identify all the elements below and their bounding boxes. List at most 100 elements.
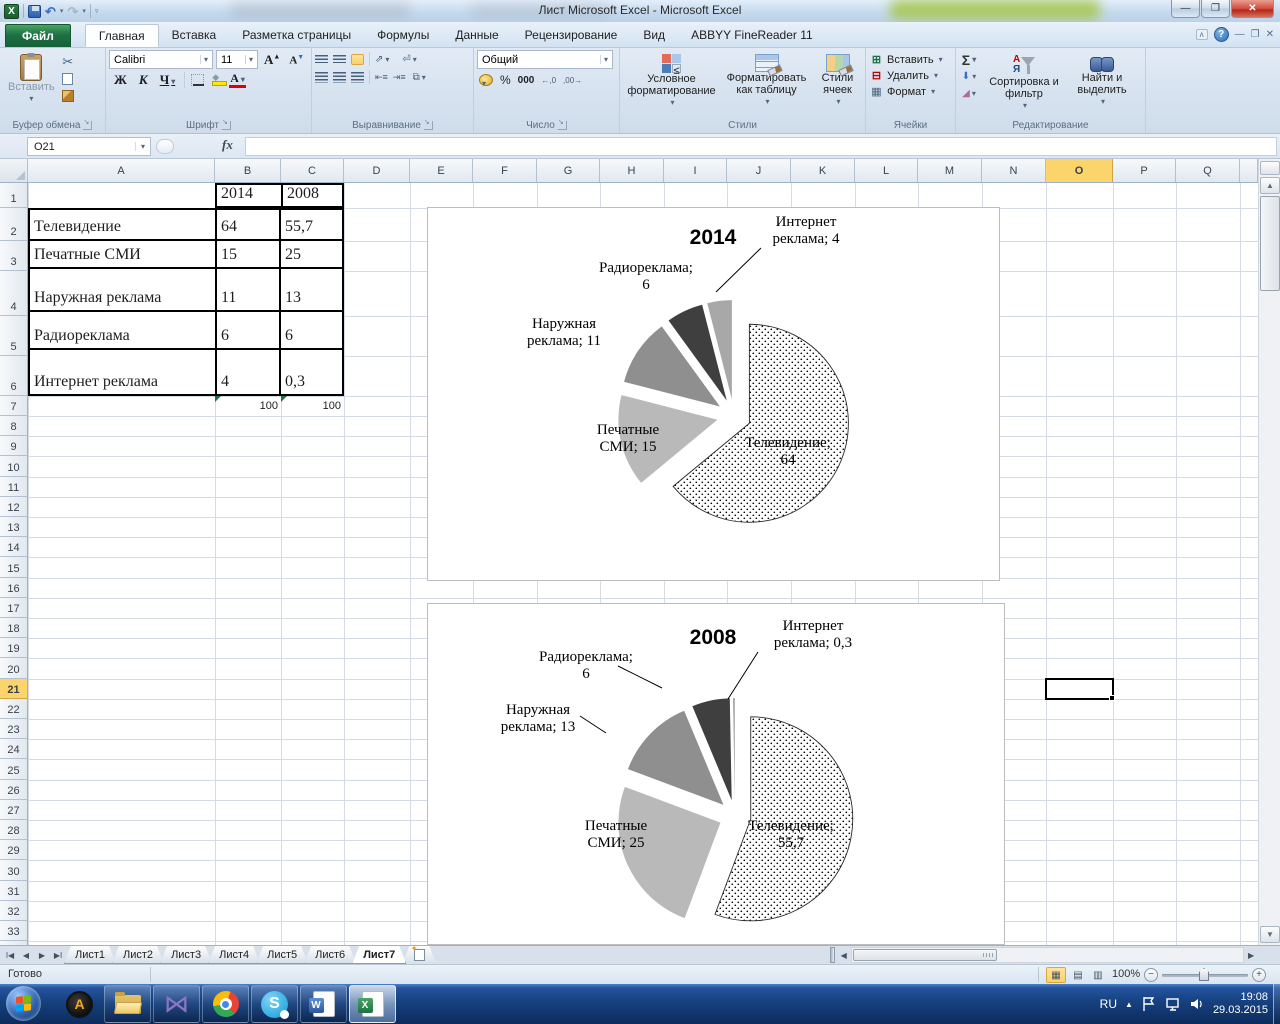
ribbon-tab-вид[interactable]: Вид (630, 24, 678, 47)
value-2008-row6[interactable]: 0,3 (279, 348, 342, 394)
find-select-button[interactable]: Найти и выделить (1065, 50, 1139, 117)
clock[interactable]: 19:08 29.03.2015 (1213, 991, 1274, 1017)
taskbar-chrome-button[interactable] (202, 985, 249, 1023)
row-header-20[interactable]: 20 (0, 658, 27, 679)
grow-font-icon[interactable]: A▲ (261, 52, 283, 68)
undo-dropdown[interactable]: ▾ (60, 7, 64, 15)
column-header-partial[interactable] (1240, 159, 1258, 182)
collapse-ribbon-icon[interactable]: ʌ (1195, 29, 1208, 40)
pie-chart-2008[interactable]: Телевидение; 55,7 Печатные СМИ; 25 Наружная р… (427, 603, 1005, 945)
data-label-радиореклама[interactable]: 6 (642, 277, 650, 293)
font-size-combo[interactable]: 11 ▾ (216, 50, 258, 69)
row-header-3[interactable]: 3 (0, 241, 27, 271)
decrease-indent-icon[interactable]: ⇤≡ (375, 72, 388, 83)
data-label-радиореклама[interactable]: 6 (582, 666, 590, 682)
workbook-minimize-icon[interactable]: — (1235, 29, 1245, 40)
save-icon[interactable] (28, 4, 41, 18)
ribbon-tab-abbyy-finereader-11[interactable]: ABBYY FineReader 11 (678, 24, 826, 47)
copy-icon[interactable] (60, 71, 76, 86)
total-cell[interactable]: 100 (281, 396, 344, 416)
pie-slice-интернет-реклама[interactable] (732, 698, 735, 801)
sheet-tab-лист3[interactable]: Лист3 (160, 946, 212, 964)
row-label-3[interactable]: Печатные СМИ (30, 239, 215, 267)
merge-center-icon[interactable]: ⧉ (413, 72, 426, 83)
scroll-up-icon[interactable]: ▲ (1260, 177, 1280, 194)
page-break-view-icon[interactable]: ▥ (1088, 967, 1108, 983)
clear-icon[interactable]: ◢ (961, 86, 977, 101)
font-dialog-launcher[interactable] (221, 118, 231, 130)
sheet-tab-лист2[interactable]: Лист2 (112, 946, 164, 964)
autosum-icon[interactable]: Σ (961, 52, 977, 68)
row-header-12[interactable]: 12 (0, 496, 27, 517)
paste-button[interactable]: Вставить (3, 50, 60, 117)
zoom-in-icon[interactable]: + (1252, 968, 1266, 982)
percent-format-icon[interactable]: % (500, 73, 511, 87)
row-header-1[interactable]: 1 (0, 183, 27, 208)
fill-color-icon[interactable] (210, 72, 228, 86)
bold-icon[interactable]: Ж (111, 72, 130, 88)
column-header-J[interactable]: J (727, 159, 791, 182)
help-icon[interactable]: ? (1213, 27, 1229, 42)
column-header-P[interactable]: P (1113, 159, 1176, 182)
first-sheet-icon[interactable]: Ι◀ (3, 951, 17, 960)
format-as-table-button[interactable]: Форматировать как таблицу (721, 50, 813, 110)
row-header-16[interactable]: 16 (0, 577, 27, 598)
align-left-icon[interactable] (315, 71, 328, 83)
row-header-30[interactable]: 30 (0, 860, 27, 881)
align-center-icon[interactable] (333, 71, 346, 83)
undo-icon[interactable]: ↶ (45, 5, 56, 18)
data-label-печатные-сми[interactable]: СМИ; 25 (587, 835, 644, 851)
borders-icon[interactable] (191, 74, 205, 86)
start-button[interactable] (6, 986, 41, 1021)
data-label-наружная-реклама[interactable]: реклама; 11 (527, 333, 601, 349)
row-header-4[interactable]: 4 (0, 271, 27, 316)
value-2014-row3[interactable]: 15 (215, 239, 279, 267)
format-cells-button[interactable]: ▦ Формат (869, 85, 952, 99)
column-header-H[interactable]: H (600, 159, 664, 182)
pie-slice-печатные-сми[interactable] (618, 786, 721, 919)
column-header-F[interactable]: F (473, 159, 537, 182)
column-header-B[interactable]: B (215, 159, 281, 182)
taskbar-skype-button[interactable]: S (251, 985, 298, 1023)
data-label-печатные-сми[interactable]: СМИ; 15 (599, 439, 656, 455)
increase-decimal-icon[interactable]: ←,0 (541, 76, 556, 85)
ribbon-tab-главная[interactable]: Главная (84, 24, 159, 47)
taskbar-explorer-button[interactable] (104, 985, 151, 1023)
value-2008-row5[interactable]: 6 (279, 310, 342, 348)
language-indicator[interactable]: RU (1100, 997, 1117, 1011)
workbook-restore-icon[interactable]: ❐ (1251, 29, 1260, 40)
row-header-15[interactable]: 15 (0, 557, 27, 578)
alignment-dialog-launcher[interactable] (423, 118, 433, 130)
taskbar-kmplayer-button[interactable]: ⋈ (153, 985, 200, 1023)
format-painter-icon[interactable] (60, 88, 76, 103)
next-sheet-icon[interactable]: ▶ (35, 951, 49, 960)
value-2014-row4[interactable]: 11 (215, 267, 279, 310)
zoom-slider-thumb[interactable] (1199, 968, 1209, 981)
data-label-печатные-сми[interactable]: Печатные (597, 422, 660, 438)
font-name-combo[interactable]: Calibri ▾ (109, 50, 213, 69)
row-header-22[interactable]: 22 (0, 698, 27, 719)
row-header-18[interactable]: 18 (0, 618, 27, 639)
column-header-Q[interactable]: Q (1176, 159, 1240, 182)
align-right-icon[interactable] (351, 71, 364, 83)
value-2014-row5[interactable]: 6 (215, 310, 279, 348)
column-header-A[interactable]: A (28, 159, 215, 182)
italic-icon[interactable]: К (136, 72, 151, 88)
data-label-радиореклама[interactable]: Радиореклама; (539, 649, 633, 665)
name-box-dropdown[interactable]: ▾ (135, 142, 150, 151)
total-cell[interactable]: 100 (215, 396, 281, 416)
row-header-25[interactable]: 25 (0, 759, 27, 780)
row-header-19[interactable]: 19 (0, 638, 27, 659)
decrease-decimal-icon[interactable]: ,00→ (563, 76, 582, 85)
data-label-печатные-сми[interactable]: Печатные (585, 818, 648, 834)
shrink-font-icon[interactable]: A▼ (286, 53, 307, 67)
data-label-телевидение[interactable]: 64 (781, 452, 797, 468)
row-header-31[interactable]: 31 (0, 880, 27, 901)
normal-view-icon[interactable]: ▦ (1046, 967, 1066, 983)
underline-icon[interactable]: Ч (157, 72, 179, 88)
font-color-icon[interactable]: А (229, 72, 246, 88)
row-header-10[interactable]: 10 (0, 456, 27, 477)
select-all-corner[interactable] (0, 159, 28, 182)
restore-button[interactable]: ❐ (1201, 0, 1230, 18)
data-label-наружная-реклама[interactable]: Наружная (532, 316, 596, 332)
